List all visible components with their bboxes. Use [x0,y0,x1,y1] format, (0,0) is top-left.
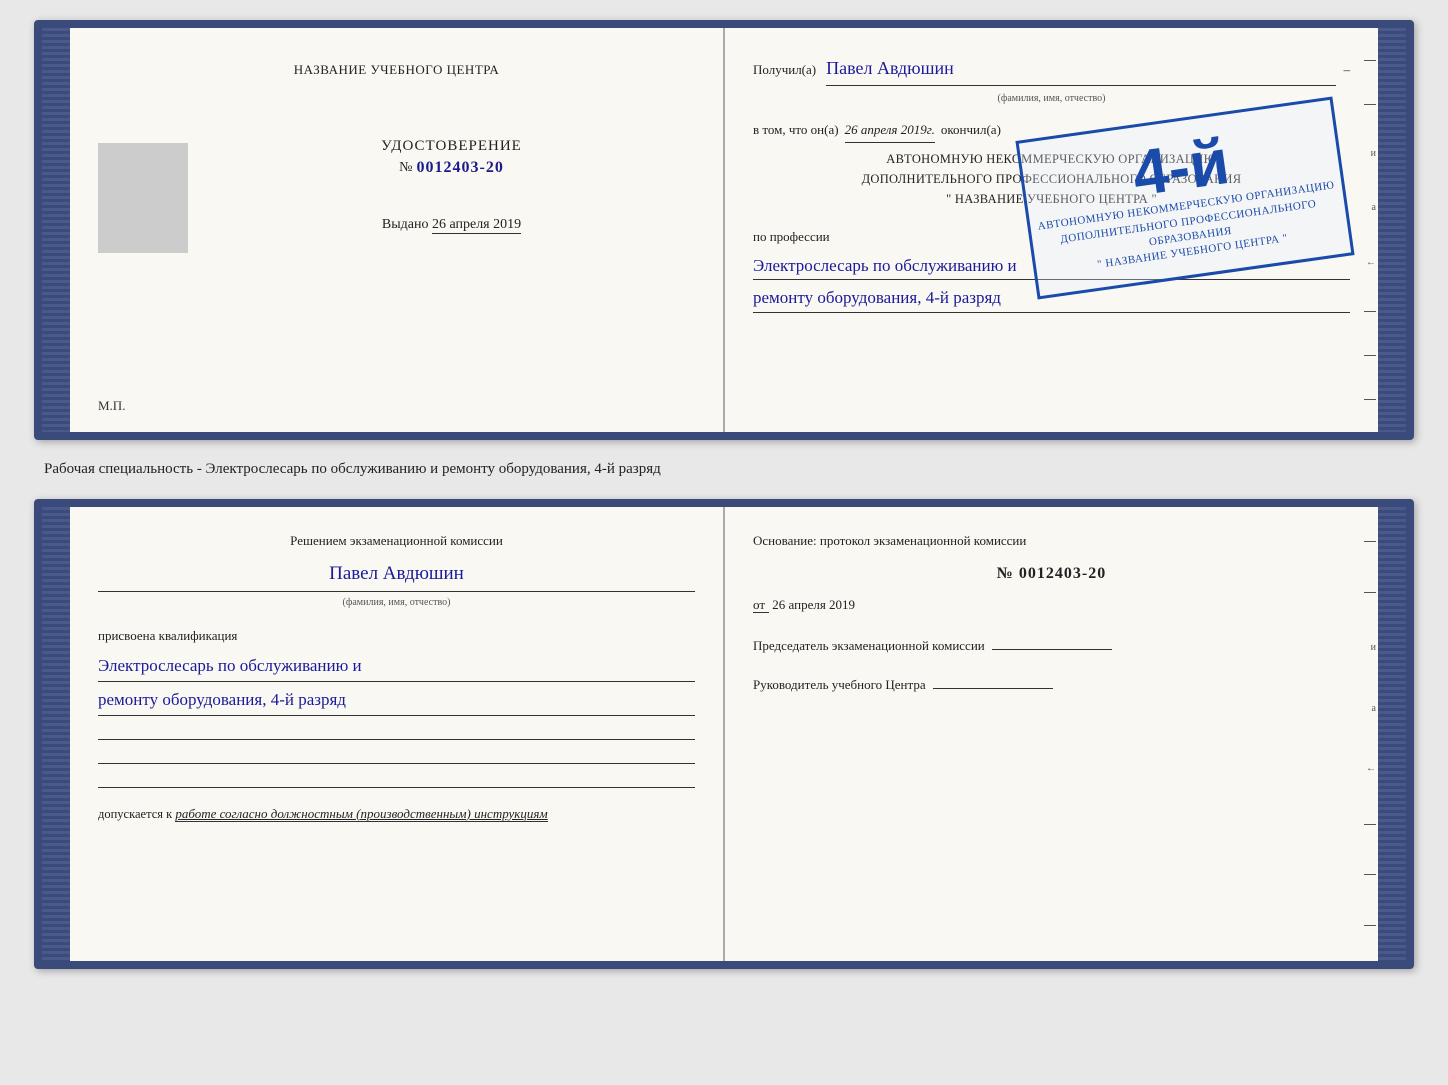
cert-number-prefix: № [399,160,412,176]
allowed-prefix: допускается к [98,807,172,821]
profession-label: по профессии [753,225,1350,248]
profession-line2: ремонту оборудования, 4-й разряд [753,284,1350,312]
issued-date: 26 апреля 2019 [432,217,521,234]
right-edge-decoration: и а ← [1362,28,1378,432]
specialty-label: Рабочая специальность - Электрослесарь п… [34,458,1414,481]
bottom-document-spread: Решением экзаменационной комиссии Павел … [34,499,1414,969]
photo-placeholder [98,143,188,253]
org-block: АВТОНОМНУЮ НЕКОММЕРЧЕСКУЮ ОРГАНИЗАЦИЮ ДО… [753,149,1350,209]
top-right-page: Получил(а) Павел Авдюшин – (фамилия, имя… [725,28,1378,432]
date-prefix-bottom: от [753,597,769,613]
school-name-top: НАЗВАНИЕ УЧЕБНОГО ЦЕНТРА [98,62,695,78]
top-document-spread: НАЗВАНИЕ УЧЕБНОГО ЦЕНТРА УДОСТОВЕРЕНИЕ №… [34,20,1414,440]
org-line2: ДОПОЛНИТЕЛЬНОГО ПРОФЕССИОНАЛЬНОГО ОБРАЗО… [753,169,1350,189]
issued-label: Выдано [382,217,429,232]
commission-text: Решением экзаменационной комиссии [290,533,503,548]
bottom-person-name: Павел Авдюшин [98,557,695,592]
profession-section: по профессии Электрослесарь по обслужива… [753,225,1350,313]
director-label: Руководитель учебного Центра [753,677,926,692]
protocol-prefix: № [997,565,1014,582]
finished-label: окончил(а) [941,118,1001,141]
top-left-page: НАЗВАНИЕ УЧЕБНОГО ЦЕНТРА УДОСТОВЕРЕНИЕ №… [70,28,725,432]
protocol-number: 0012403-20 [1019,565,1106,582]
bottom-left-page: Решением экзаменационной комиссии Павел … [70,507,725,961]
qualification-line1: Электрослесарь по обслуживанию и [98,652,695,682]
specialty-text: Рабочая специальность - Электрослесарь п… [44,461,661,477]
qualification-label: присвоена квалификация [98,624,695,647]
protocol-date: 26 апреля 2019 [772,597,855,612]
dash: – [1344,58,1351,81]
basis-label: Основание: протокол экзаменационной коми… [753,533,1026,548]
recipient-name: Павел Авдюшин [826,52,1335,86]
completion-date: 26 апреля 2019г. [845,118,935,142]
director-signature-line [933,675,1053,689]
binding-left [42,28,70,432]
cert-number: 0012403-20 [417,159,504,177]
date-prefix: в том, что он(а) [753,118,839,141]
fio-label-bottom: (фамилия, имя, отчество) [98,594,695,612]
bottom-right-page: Основание: протокол экзаменационной коми… [725,507,1378,961]
mp-label: М.П. [98,398,125,414]
qualification-line2: ремонту оборудования, 4-й разряд [98,686,695,716]
binding-left-bottom [42,507,70,961]
org-line1: АВТОНОМНУЮ НЕКОММЕРЧЕСКУЮ ОРГАНИЗАЦИЮ [753,149,1350,169]
binding-right-bottom [1378,507,1406,961]
profession-line1: Электрослесарь по обслуживанию и [753,252,1350,280]
right-edge-decoration-bottom: и а ← [1362,507,1378,961]
received-label: Получил(а) [753,58,816,81]
fio-label-top: (фамилия, имя, отчество) [753,90,1350,108]
allowed-text: работе согласно должностным (производств… [175,806,547,822]
chairman-signature-line [992,636,1112,650]
binding-right [1378,28,1406,432]
chairman-label: Председатель экзаменационной комиссии [753,638,985,653]
cert-word: УДОСТОВЕРЕНИЕ [381,138,522,155]
org-line3: " НАЗВАНИЕ УЧЕБНОГО ЦЕНТРА " [753,189,1350,209]
